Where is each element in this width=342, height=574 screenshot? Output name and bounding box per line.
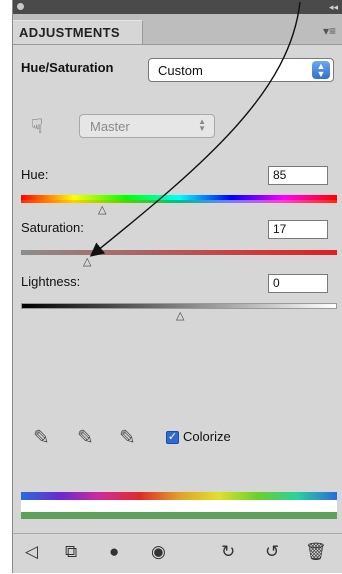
annotation-arrow — [89, 1, 301, 257]
